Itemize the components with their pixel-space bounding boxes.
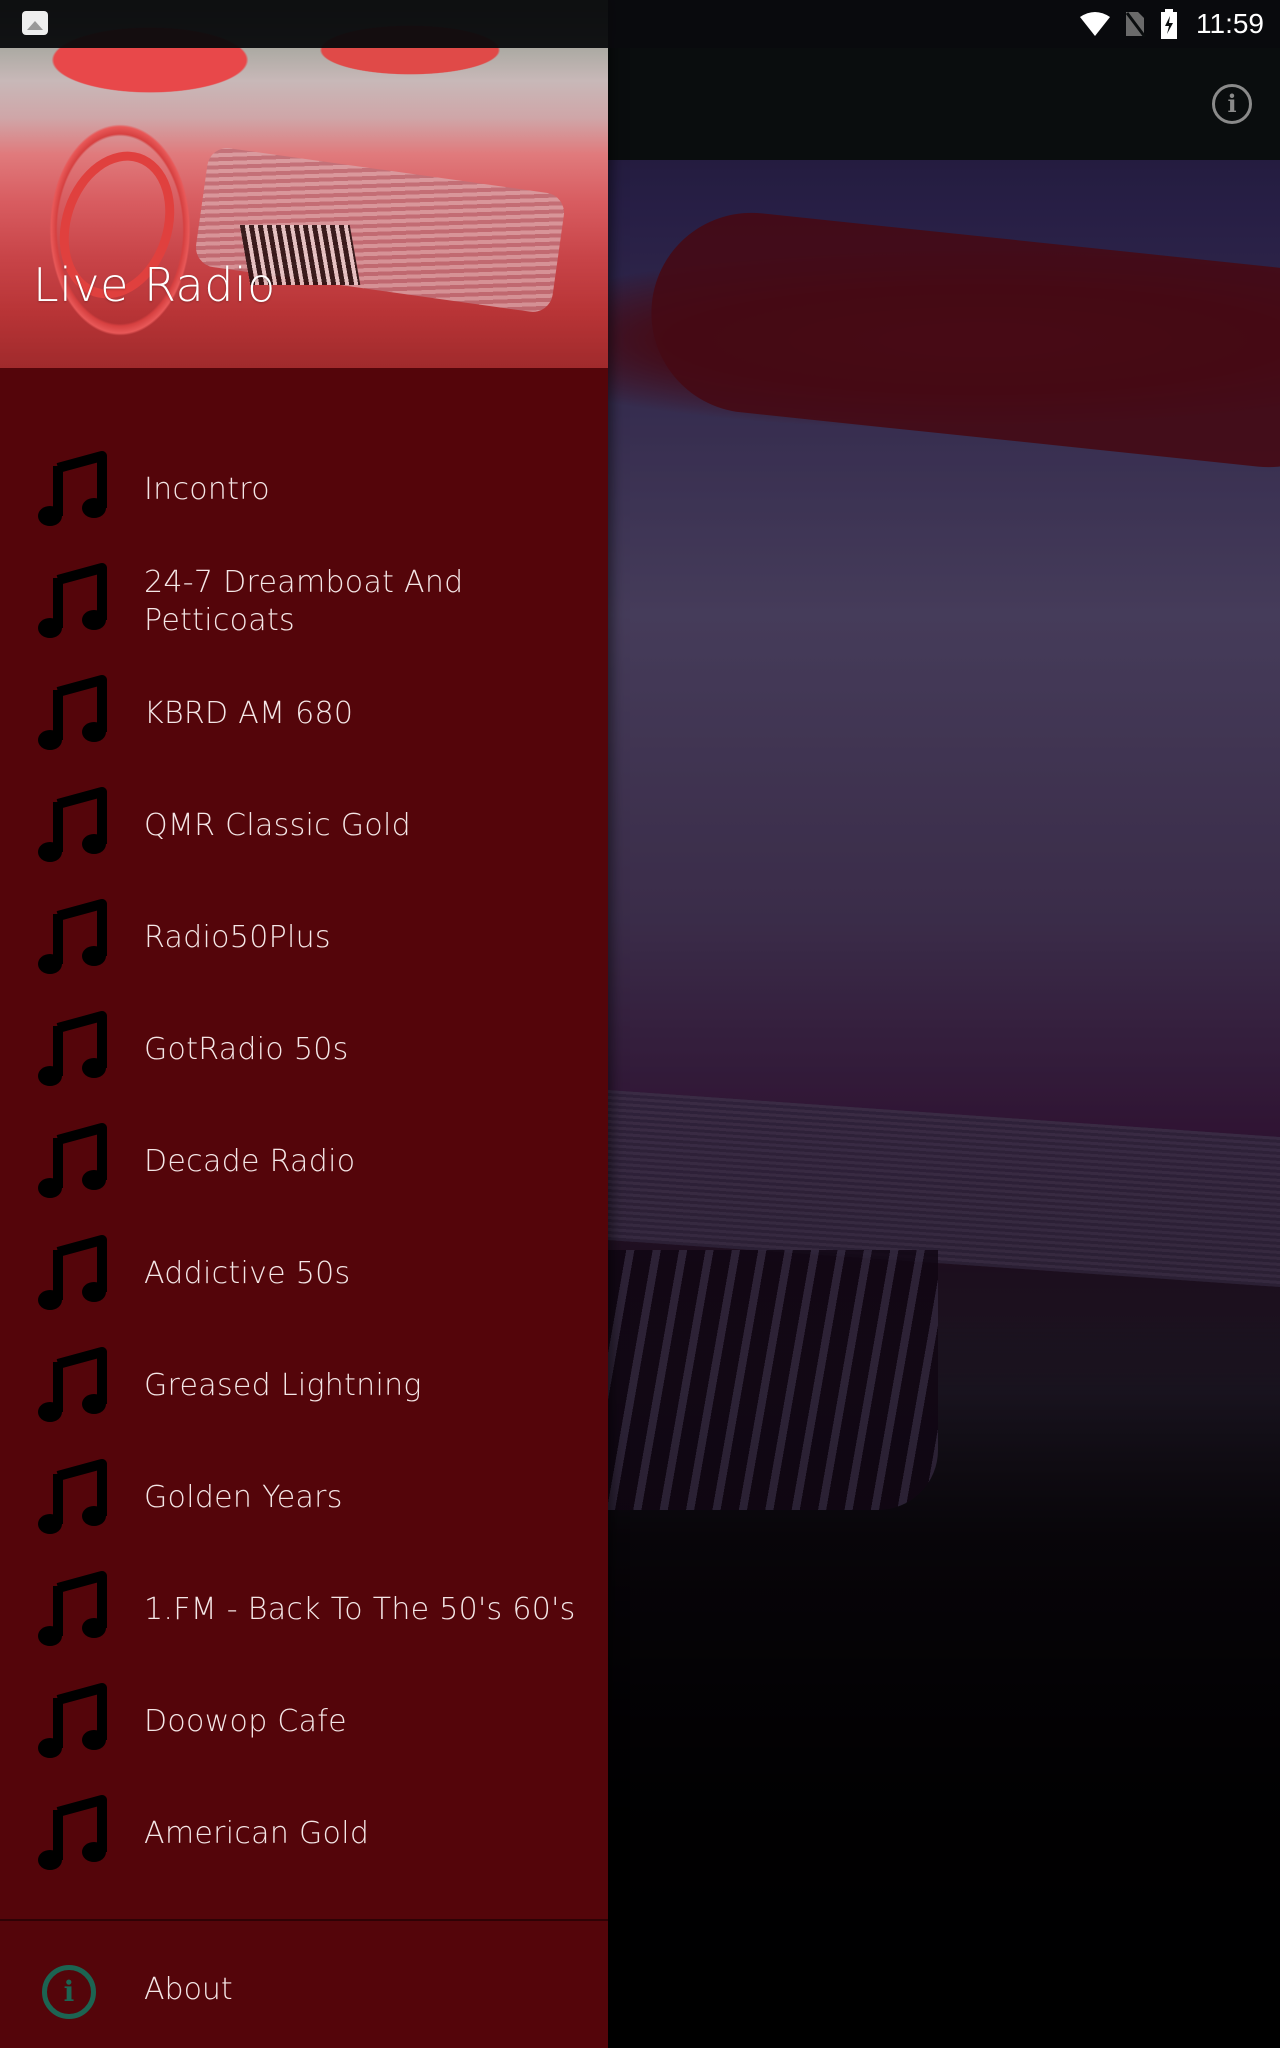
drawer-item-station[interactable]: American Gold bbox=[0, 1778, 608, 1890]
drawer-header-image: Live Radio bbox=[0, 0, 608, 368]
music-note-icon bbox=[38, 899, 107, 974]
drawer-item-label: American Gold bbox=[144, 1816, 370, 1851]
drawer-item-label: Addictive 50s bbox=[144, 1256, 351, 1291]
drawer-title: Live Radio bbox=[33, 258, 276, 312]
music-note-icon bbox=[38, 563, 107, 638]
drawer-item-station[interactable]: Doowop Cafe bbox=[0, 1666, 608, 1778]
drawer-item-station[interactable]: GotRadio 50s bbox=[0, 994, 608, 1106]
music-note-icon bbox=[38, 1347, 107, 1422]
drawer-item-station[interactable]: Decade Radio bbox=[0, 1106, 608, 1218]
drawer-item-label: Radio50Plus bbox=[144, 920, 331, 955]
drawer-item-station[interactable]: KBRD AM 680 bbox=[0, 658, 608, 770]
drawer-item-station[interactable]: Addictive 50s bbox=[0, 1218, 608, 1330]
music-note-icon bbox=[38, 1571, 107, 1646]
info-icon: i bbox=[42, 1965, 96, 2019]
drawer-item-label: Doowop Cafe bbox=[144, 1704, 347, 1739]
music-note-icon bbox=[38, 1235, 107, 1310]
no-sim-icon bbox=[1125, 12, 1146, 38]
music-note-icon bbox=[38, 1123, 107, 1198]
info-icon[interactable]: i bbox=[1212, 84, 1252, 124]
drawer-item-about[interactable]: i About bbox=[0, 1936, 608, 2048]
drawer-item-label: 1.FM - Back To The 50's 60's bbox=[144, 1592, 576, 1627]
music-note-icon bbox=[38, 1683, 107, 1758]
drawer-item-station[interactable]: Incontro bbox=[0, 434, 608, 546]
wifi-icon bbox=[1080, 12, 1110, 36]
drawer-item-label: KBRD AM 680 bbox=[144, 696, 354, 731]
drawer-item-label: 24-7 Dreamboat And Petticoats bbox=[144, 565, 464, 638]
drawer-item-label: Golden Years bbox=[144, 1480, 343, 1515]
music-note-icon bbox=[38, 451, 107, 526]
music-note-icon bbox=[38, 1459, 107, 1534]
navigation-drawer: Live Radio Incontro 24-7 Dreamboat And P… bbox=[0, 0, 608, 2048]
drawer-item-station[interactable]: Golden Years bbox=[0, 1442, 608, 1554]
music-note-icon bbox=[38, 787, 107, 862]
music-note-icon bbox=[38, 1795, 107, 1870]
drawer-item-label: Decade Radio bbox=[144, 1144, 356, 1179]
drawer-item-station[interactable]: 24-7 Dreamboat And Petticoats bbox=[0, 546, 608, 658]
drawer-item-label: Greased Lightning bbox=[144, 1368, 422, 1403]
music-note-icon bbox=[38, 1011, 107, 1086]
drawer-item-label: Incontro bbox=[144, 472, 270, 507]
drawer-item-station[interactable]: 1.FM - Back To The 50's 60's bbox=[0, 1554, 608, 1666]
drawer-item-label: GotRadio 50s bbox=[144, 1032, 349, 1067]
music-note-icon bbox=[38, 675, 107, 750]
station-list: Incontro 24-7 Dreamboat And Petticoats K… bbox=[0, 434, 608, 1890]
drawer-item-station[interactable]: Greased Lightning bbox=[0, 1330, 608, 1442]
clock: 11:59 bbox=[1196, 8, 1264, 39]
drawer-item-station[interactable]: Radio50Plus bbox=[0, 882, 608, 994]
divider bbox=[0, 1919, 608, 1921]
drawer-item-station[interactable]: QMR Classic Gold bbox=[0, 770, 608, 882]
drawer-item-label: About bbox=[144, 1972, 233, 2007]
battery-charging-icon bbox=[1161, 9, 1177, 39]
status-bar: 11:59 bbox=[0, 0, 1280, 48]
drawer-item-label: QMR Classic Gold bbox=[144, 808, 411, 843]
image-notification-icon bbox=[22, 11, 48, 35]
